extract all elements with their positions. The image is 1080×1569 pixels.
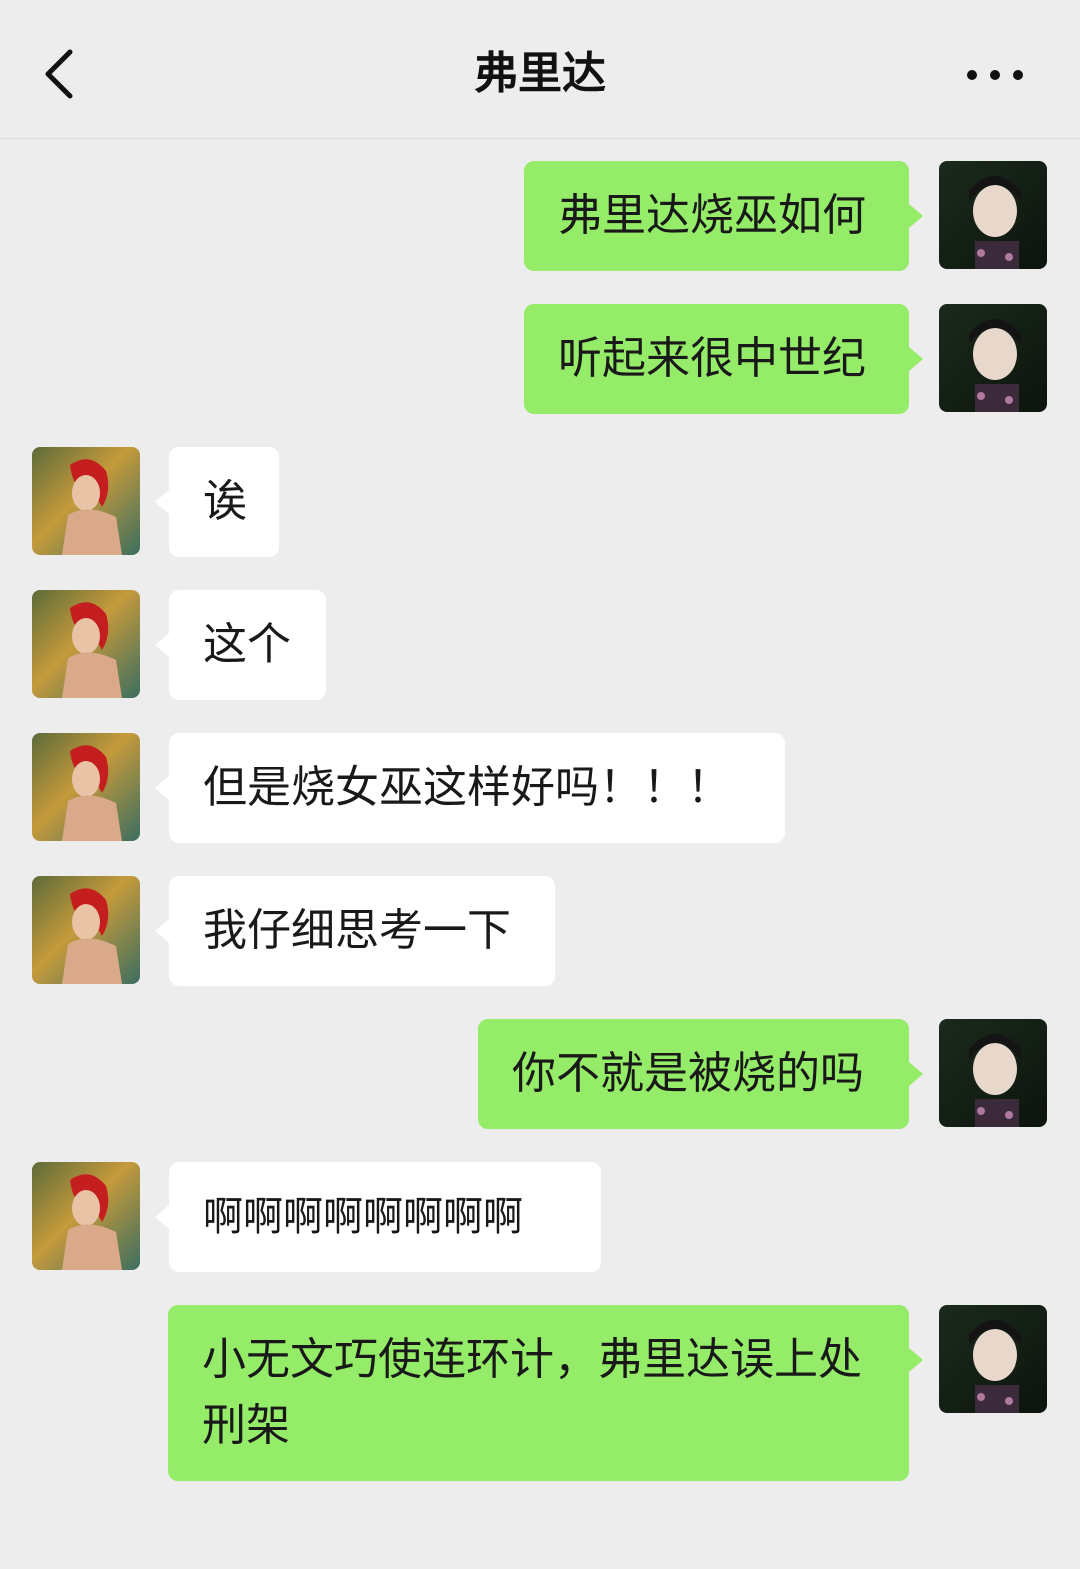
message-bubble[interactable]: 这个 xyxy=(169,590,326,700)
message-text: 小无文巧使连环计，弗里达误上处刑架 xyxy=(202,1334,862,1451)
message-bubble[interactable]: 听起来很中世纪 xyxy=(524,304,909,414)
my-avatar[interactable] xyxy=(939,304,1047,412)
message-bubble[interactable]: 弗里达烧巫如何 xyxy=(524,161,909,271)
contact-avatar[interactable] xyxy=(32,590,140,698)
message-text: 我仔细思考一下 xyxy=(203,905,511,956)
bubble-tail xyxy=(155,490,169,514)
my-avatar[interactable] xyxy=(939,1019,1047,1127)
message-bubble[interactable]: 我仔细思考一下 xyxy=(169,876,555,986)
bubble-tail xyxy=(909,1348,923,1372)
message-text: 诶 xyxy=(203,476,247,527)
message-text: 但是烧女巫这样好吗！！！ xyxy=(203,762,731,813)
message-text: 弗里达烧巫如何 xyxy=(558,190,866,241)
message-bubble[interactable]: 诶 xyxy=(169,447,279,557)
message-bubble[interactable]: 但是烧女巫这样好吗！！！ xyxy=(169,733,785,843)
message-text: 你不就是被烧的吗 xyxy=(512,1048,864,1099)
contact-avatar[interactable] xyxy=(32,447,140,555)
bubble-tail xyxy=(155,919,169,943)
bubble-tail xyxy=(909,204,923,228)
message-text: 这个 xyxy=(203,619,291,670)
more-button[interactable] xyxy=(950,50,1040,100)
more-dots-icon xyxy=(967,70,1023,80)
bubble-tail xyxy=(155,776,169,800)
bubble-tail xyxy=(155,633,169,657)
message-bubble[interactable]: 小无文巧使连环计，弗里达误上处刑架 xyxy=(168,1305,909,1481)
my-avatar[interactable] xyxy=(939,1305,1047,1413)
message-text: 听起来很中世纪 xyxy=(558,333,866,384)
message-bubble[interactable]: 啊啊啊啊啊啊啊啊 xyxy=(169,1162,601,1272)
my-avatar[interactable] xyxy=(939,161,1047,269)
contact-avatar[interactable] xyxy=(32,876,140,984)
bubble-tail xyxy=(909,347,923,371)
bubble-tail xyxy=(909,1062,923,1086)
message-text: 啊啊啊啊啊啊啊啊 xyxy=(203,1194,523,1240)
message-bubble[interactable]: 你不就是被烧的吗 xyxy=(478,1019,909,1129)
chat-title: 弗里达 xyxy=(474,48,606,99)
chat-header: 弗里达 xyxy=(0,0,1080,139)
contact-avatar[interactable] xyxy=(32,733,140,841)
bubble-tail xyxy=(155,1205,169,1229)
contact-avatar[interactable] xyxy=(32,1162,140,1270)
